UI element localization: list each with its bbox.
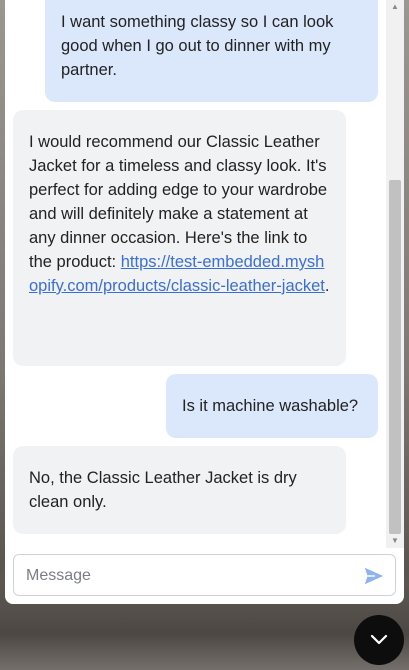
- user-message: Is it machine washable?: [166, 374, 378, 438]
- chat-window: I want something classy so I can look go…: [5, 0, 404, 604]
- assistant-message: No, the Classic Leather Jacket is dry cl…: [13, 446, 346, 534]
- send-icon: [364, 567, 384, 585]
- message-list: I want something classy so I can look go…: [5, 0, 386, 548]
- arrow-down-icon[interactable]: ▼: [386, 534, 404, 548]
- send-button[interactable]: [363, 565, 385, 587]
- user-message: I want something classy so I can look go…: [45, 0, 378, 102]
- message-input[interactable]: [26, 563, 356, 589]
- message-text: No, the Classic Leather Jacket is dry cl…: [29, 469, 297, 511]
- message-text-end: .: [324, 277, 330, 295]
- message-text: I would recommend our Classic Leather Ja…: [29, 133, 328, 271]
- scroll-thumb[interactable]: [389, 180, 401, 534]
- message-input-bar: [13, 554, 396, 596]
- scrollbar[interactable]: ▲ ▼: [386, 0, 404, 548]
- message-text: Is it machine washable?: [182, 397, 359, 415]
- arrow-up-icon[interactable]: ▲: [386, 0, 404, 14]
- message-text: I want something classy so I can look go…: [61, 13, 334, 79]
- chat-toggle-button[interactable]: [354, 615, 404, 665]
- chevron-down-icon: [370, 634, 388, 645]
- assistant-message: I would recommend our Classic Leather Ja…: [13, 110, 346, 366]
